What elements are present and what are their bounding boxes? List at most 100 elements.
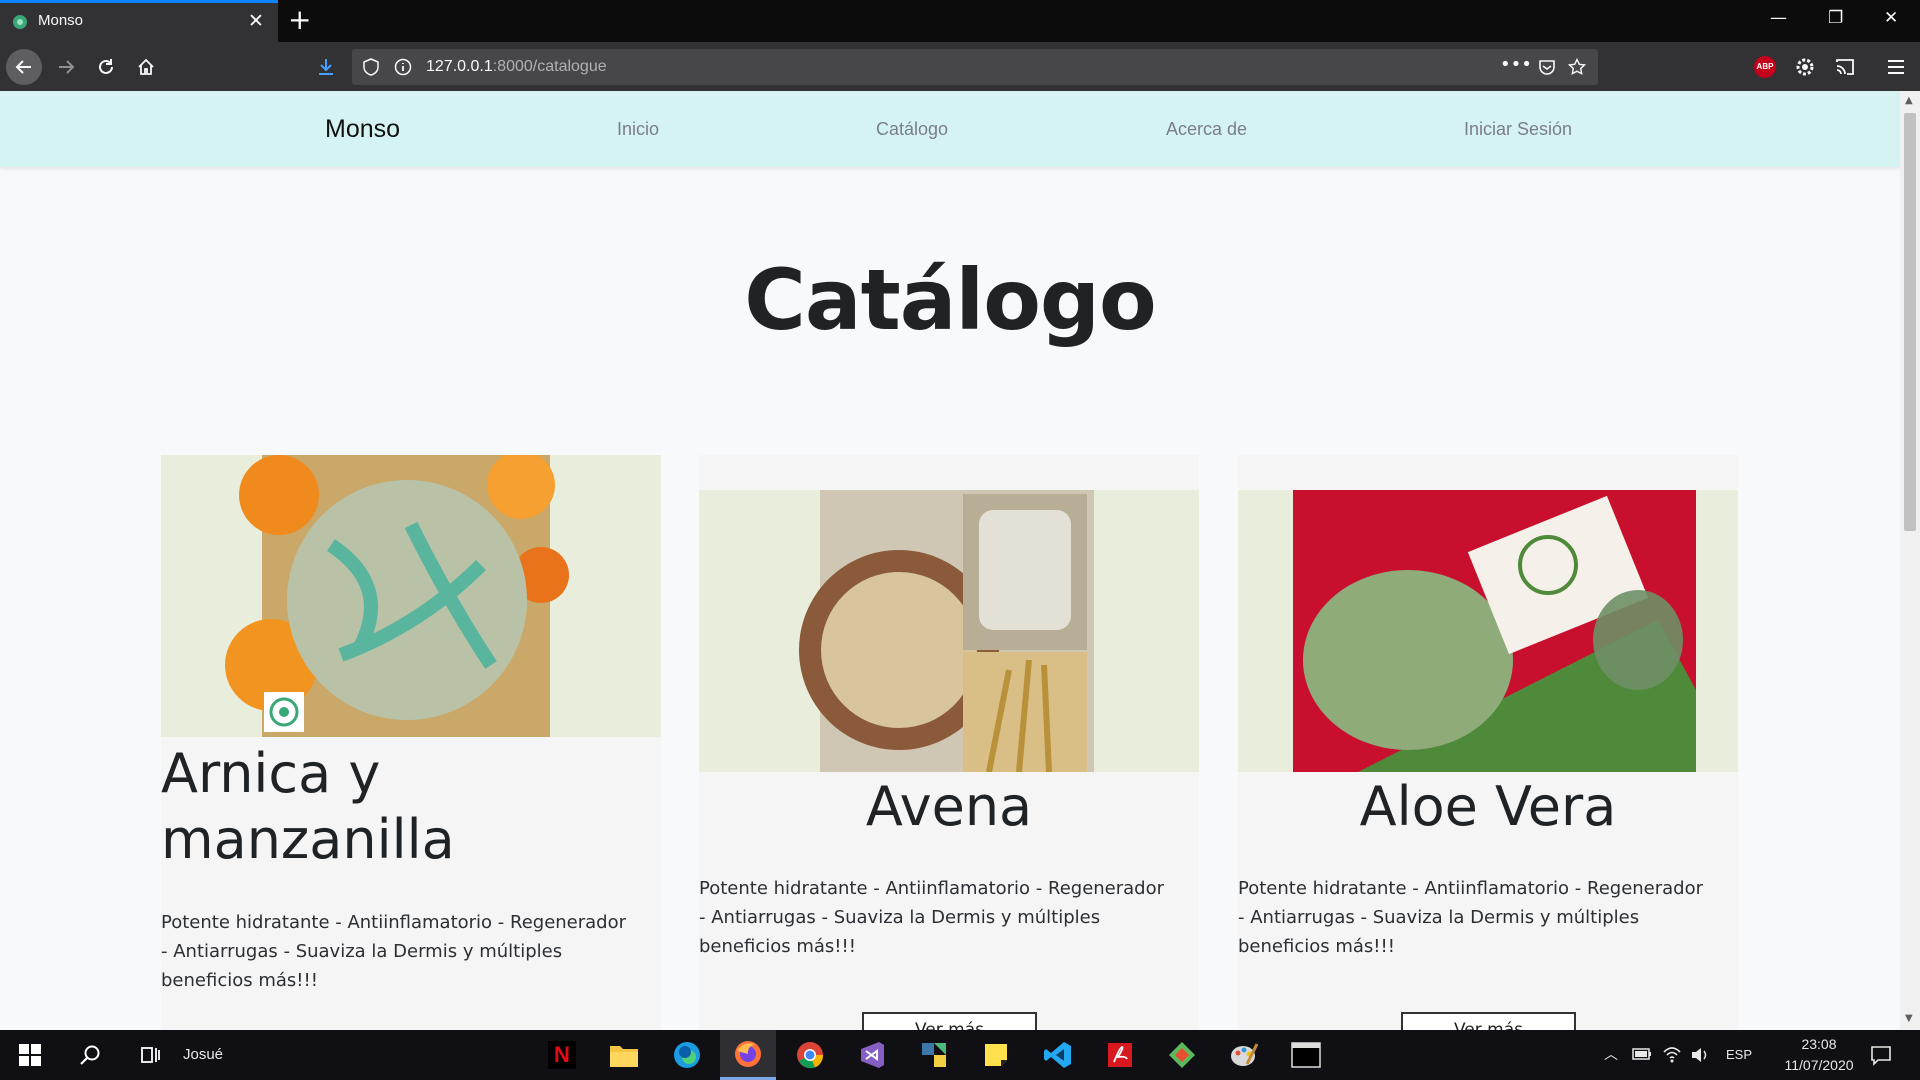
info-icon[interactable] — [394, 58, 412, 76]
taskbar-app-firefox[interactable] — [720, 1030, 776, 1080]
battery-icon[interactable] — [1632, 1047, 1652, 1061]
nav-link-login[interactable]: Iniciar Sesión — [1464, 119, 1572, 140]
url-text[interactable]: 127.0.0.1:8000/catalogue — [426, 58, 607, 76]
downloads-button[interactable] — [308, 49, 344, 85]
browser-tab-bar: Monso ✕ + — ❐ ✕ — [0, 0, 1920, 42]
git-icon — [1169, 1042, 1195, 1068]
cast-icon[interactable] — [1834, 56, 1856, 78]
taskbar-app-terminal[interactable] — [1278, 1030, 1334, 1080]
product-card: Avena Potente hidratante - Antiinflamato… — [699, 455, 1199, 1030]
bookmark-star-icon[interactable] — [1568, 58, 1586, 76]
reload-button[interactable] — [88, 49, 124, 85]
language-indicator[interactable]: ESP — [1726, 1047, 1752, 1062]
notifications-icon[interactable] — [1870, 1044, 1892, 1066]
product-title-arnica: Arnica y manzanilla — [161, 742, 455, 871]
vscode-icon — [1044, 1042, 1071, 1068]
sticky-note-icon — [985, 1044, 1007, 1066]
product-title-avena: Avena — [865, 775, 1033, 838]
page-viewport: Monso Inicio Catálogo Acerca de Iniciar … — [0, 91, 1900, 1030]
windows-taskbar: Josué N ︿ ESP 23:08 11/07/2020 — [0, 1030, 1920, 1080]
nav-link-inicio[interactable]: Inicio — [617, 119, 659, 140]
scroll-thumb[interactable] — [1904, 113, 1916, 531]
adblock-extension-icon[interactable]: ABP — [1754, 56, 1776, 78]
back-button[interactable] — [6, 49, 42, 85]
taskbar-app-python[interactable] — [906, 1030, 962, 1080]
arnica-soap-image — [161, 455, 661, 737]
product-description-aloe: Potente hidratante - Antiinflamatorio - … — [1238, 878, 1704, 957]
leaf-favicon-icon — [13, 15, 27, 29]
taskbar-app-explorer[interactable] — [596, 1030, 652, 1080]
netflix-icon: N — [548, 1041, 576, 1069]
hamburger-menu-icon[interactable] — [1886, 57, 1906, 77]
address-bar[interactable]: 127.0.0.1:8000/catalogue ••• — [352, 49, 1598, 85]
nav-link-acerca[interactable]: Acerca de — [1166, 119, 1247, 140]
taskbar-app-acrobat[interactable] — [1092, 1030, 1148, 1080]
task-view-button[interactable] — [122, 1030, 178, 1080]
taskbar-app-sticky-notes[interactable] — [968, 1030, 1024, 1080]
close-window-icon[interactable]: ✕ — [1884, 8, 1898, 28]
url-host: 127.0.0.1 — [426, 58, 493, 75]
product-card: Arnica y manzanilla Potente hidratante -… — [161, 455, 661, 1030]
volume-icon[interactable] — [1690, 1045, 1710, 1065]
search-button[interactable] — [62, 1030, 118, 1080]
tray-chevron-icon[interactable]: ︿ — [1604, 1044, 1618, 1064]
scroll-up-icon[interactable]: ▲ — [1905, 95, 1913, 106]
tab-close-icon[interactable]: ✕ — [248, 10, 264, 32]
browser-toolbar: 127.0.0.1:8000/catalogue ••• ABP — [0, 42, 1920, 91]
folder-icon — [610, 1046, 638, 1067]
start-button[interactable] — [2, 1030, 58, 1080]
new-tab-icon[interactable]: + — [288, 4, 311, 36]
task-view-icon — [141, 1047, 160, 1063]
clock-date[interactable]: 11/07/2020 — [1770, 1057, 1868, 1073]
taskbar-app-netflix[interactable]: N — [534, 1030, 590, 1080]
terminal-icon — [1291, 1042, 1321, 1068]
pocket-icon[interactable] — [1538, 58, 1556, 76]
browser-tab[interactable]: Monso ✕ — [0, 0, 278, 42]
scroll-down-icon[interactable]: ▼ — [1905, 1013, 1913, 1024]
url-path: :8000/catalogue — [492, 58, 607, 75]
arrow-right-icon — [59, 60, 75, 74]
aloe-soap-image — [1238, 490, 1738, 772]
visual-studio-icon — [861, 1042, 884, 1068]
windows-logo-icon — [19, 1044, 41, 1066]
taskbar-app-vscode[interactable] — [1030, 1030, 1086, 1080]
taskbar-app-chrome[interactable] — [782, 1030, 838, 1080]
site-navbar: Monso Inicio Catálogo Acerca de Iniciar … — [0, 91, 1900, 167]
wifi-icon[interactable] — [1662, 1044, 1682, 1064]
paint-palette-icon — [1231, 1043, 1259, 1066]
page-scrollbar[interactable]: ▲ ▼ — [1900, 91, 1920, 1030]
tab-title: Monso — [38, 12, 84, 29]
taskbar-app-paint[interactable] — [1216, 1030, 1272, 1080]
page-title: Catálogo — [744, 251, 1157, 349]
taskbar-app-visual-studio[interactable] — [844, 1030, 900, 1080]
ver-mas-button[interactable]: Ver más — [1401, 1012, 1576, 1030]
search-icon — [80, 1045, 100, 1065]
taskbar-app-edge[interactable] — [659, 1030, 715, 1080]
product-card: Aloe Vera Potente hidratante - Antiinfla… — [1238, 455, 1738, 1030]
product-image-aloe[interactable] — [1238, 490, 1738, 772]
reload-icon — [99, 59, 113, 74]
python-app-icon — [922, 1043, 946, 1067]
taskbar-app-git[interactable] — [1154, 1030, 1210, 1080]
home-button[interactable] — [128, 49, 164, 85]
restore-icon[interactable]: ❐ — [1828, 8, 1843, 28]
forward-button[interactable] — [48, 49, 84, 85]
ver-mas-button[interactable]: Ver más — [862, 1012, 1037, 1030]
site-brand[interactable]: Monso — [325, 115, 400, 144]
product-title-aloe: Aloe Vera — [1359, 775, 1617, 838]
shield-icon[interactable] — [362, 58, 380, 76]
clock-time[interactable]: 23:08 — [1789, 1036, 1849, 1052]
product-image-arnica[interactable] — [161, 455, 661, 737]
product-image-avena[interactable] — [699, 490, 1199, 772]
arrow-left-icon — [15, 60, 31, 74]
nav-link-catalogo[interactable]: Catálogo — [876, 119, 948, 140]
avena-soap-image — [699, 490, 1199, 772]
download-icon — [319, 59, 333, 75]
gear-extension-icon[interactable] — [1794, 56, 1816, 78]
home-icon — [138, 58, 154, 75]
taskbar-user-label[interactable]: Josué — [183, 1046, 223, 1063]
pdf-icon — [1108, 1043, 1132, 1067]
page-actions-icon[interactable]: ••• — [1500, 54, 1532, 75]
product-description-avena: Potente hidratante - Antiinflamatorio - … — [699, 878, 1165, 957]
minimize-icon[interactable]: — — [1770, 8, 1787, 28]
